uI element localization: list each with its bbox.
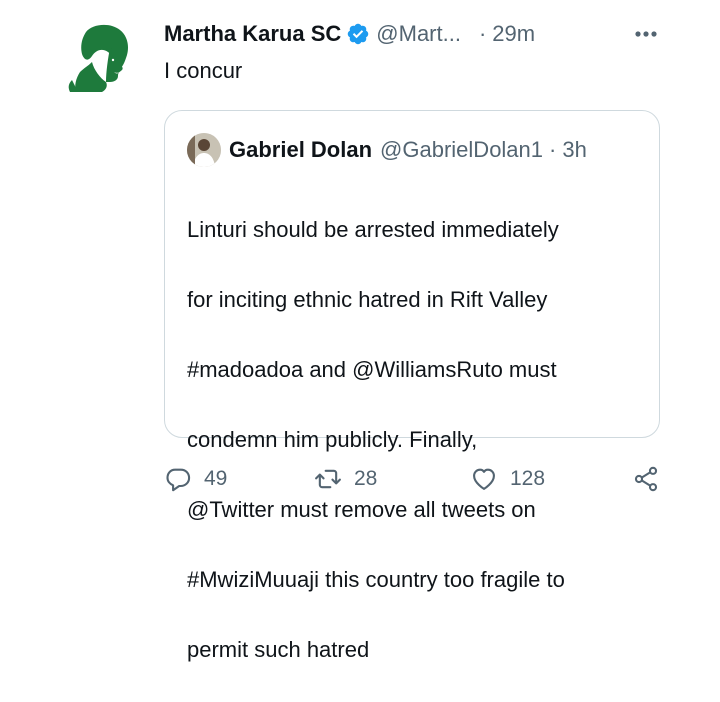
quoted-text-line: permit such hatred (187, 637, 370, 662)
more-options-icon[interactable] (628, 24, 664, 44)
retweet-icon (315, 469, 341, 489)
tweet-text: I concur (164, 58, 243, 83)
tweet-actions-bar: 49 28 128 (164, 456, 664, 502)
like-button[interactable]: 128 (470, 456, 545, 502)
author-avatar[interactable] (66, 22, 134, 94)
quoted-text-line: for inciting ethnic hatred in Rift Valle… (187, 287, 548, 312)
reply-count: 49 (204, 467, 228, 490)
author-handle[interactable]: @Mart... (376, 21, 461, 47)
quoted-tweet-card[interactable]: Gabriel Dolan @GabrielDolan1 · 3h Lintur… (164, 110, 660, 662)
reply-button[interactable]: 49 (164, 456, 227, 502)
quoted-tweet-header: Gabriel Dolan @GabrielDolan1 · 3h (229, 131, 587, 169)
retweet-count: 28 (354, 467, 378, 490)
tweet-timestamp[interactable]: 29m (492, 21, 535, 47)
retweet-button[interactable]: 28 (314, 456, 377, 502)
quoted-text-line: #MwiziMuuaji this country too fragile to (187, 567, 565, 592)
quoted-header-separator: · (549, 137, 557, 162)
quoted-text-line: condemn him publicly. Finally, (187, 427, 478, 452)
quoted-author-avatar (187, 133, 221, 167)
person-avatar-icon (187, 133, 221, 167)
header-separator: · (478, 21, 487, 46)
author-name[interactable]: Martha Karua SC (164, 21, 341, 47)
quoted-text-line: #madoadoa and @WilliamsRuto must (187, 357, 557, 382)
quoted-author-handle: @GabrielDolan1 (380, 137, 544, 162)
quoted-text-line: Linturi should be arrested immediately (187, 217, 559, 242)
share-icon (634, 466, 658, 492)
like-count: 128 (510, 467, 546, 490)
verified-badge-icon (348, 23, 369, 45)
reply-icon (166, 468, 191, 492)
tweet-header: Martha Karua SC @Mart... · 29m (164, 16, 535, 52)
quoted-tweet-timestamp: 3h (562, 137, 587, 162)
quoted-tweet-text: Linturi should be arrested immediately f… (187, 177, 647, 702)
quoted-author-name: Gabriel Dolan (229, 137, 373, 162)
heart-icon (473, 468, 495, 490)
share-button[interactable] (632, 456, 672, 502)
